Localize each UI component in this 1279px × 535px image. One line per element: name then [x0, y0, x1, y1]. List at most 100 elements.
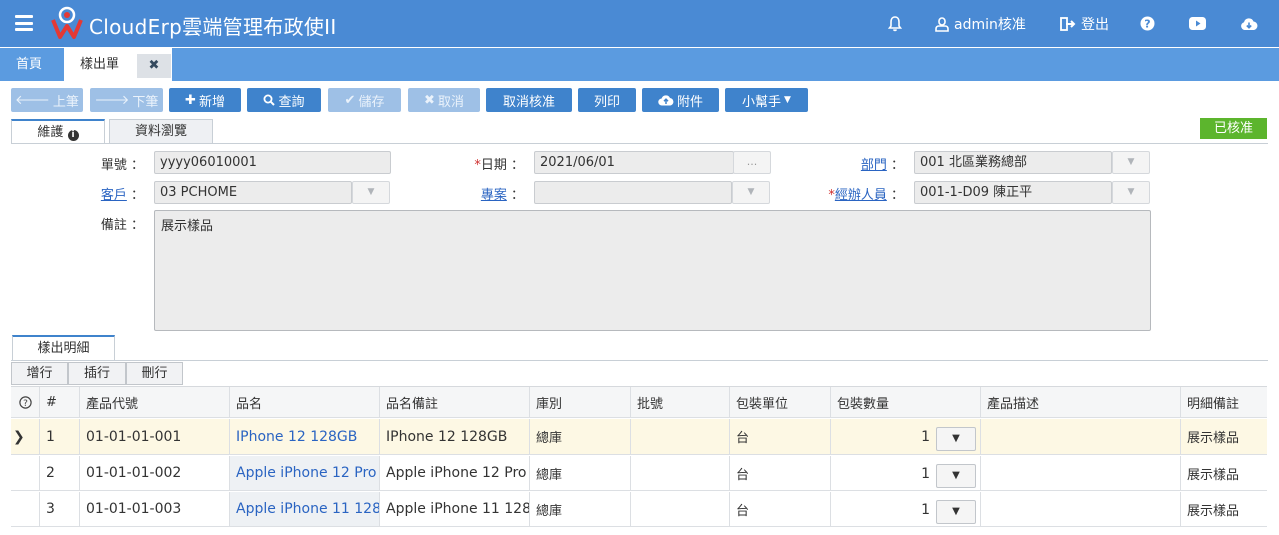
product-name-cell[interactable]: IPhone 12 128GB [230, 419, 380, 454]
prev-record-button[interactable]: 🡐 上筆 [11, 88, 83, 112]
tab-maintain-label: 維護 [37, 125, 64, 140]
batch-cell[interactable] [631, 456, 730, 490]
dept-dropdown-icon[interactable]: ▼ [1112, 151, 1150, 174]
dept-input[interactable]: 001 北區業務總部 [914, 151, 1112, 174]
user-icon [935, 16, 949, 32]
cloud-upload-icon [658, 95, 674, 106]
help-icon[interactable]: ? [11, 387, 40, 417]
qty-dropdown-icon[interactable]: ▼ [936, 427, 976, 451]
times-icon: ✖ [424, 92, 435, 108]
unit-cell[interactable]: 台 [730, 419, 831, 454]
qty-value: 1 [921, 429, 930, 445]
warehouse-cell[interactable]: 總庫 [530, 419, 631, 454]
detail-note-cell[interactable]: 展示樣品 [1181, 456, 1267, 490]
col-product-code: 產品代號 [80, 387, 230, 417]
doc-no-label: 單號 ： [100, 158, 144, 173]
product-name-cell[interactable]: Apple iPhone 11 128GB [230, 492, 380, 526]
add-row-button[interactable]: 增行 [11, 362, 68, 385]
user-menu[interactable]: admin核准 [935, 0, 1026, 47]
product-code-cell[interactable]: 01-01-01-002 [80, 456, 230, 490]
unit-cell[interactable]: 台 [730, 492, 831, 526]
qty-cell[interactable]: 1 ▼ [831, 456, 981, 490]
tab-maintain[interactable]: 維護 i [11, 119, 105, 143]
col-qty: 包裝數量 [831, 387, 981, 417]
project-dropdown-icon[interactable]: ▼ [732, 181, 770, 204]
row-no: 3 [40, 492, 80, 526]
table-row[interactable]: 3 01-01-01-003 Apple iPhone 11 128GB App… [11, 492, 1267, 527]
cancel-label: 取消 [437, 94, 464, 110]
hamburger-menu-icon[interactable] [15, 15, 33, 31]
insert-row-button[interactable]: 插行 [68, 362, 126, 385]
date-picker-button[interactable]: ... [733, 151, 771, 174]
save-button[interactable]: ✔ 儲存 [328, 88, 401, 112]
svg-text:?: ? [1144, 18, 1150, 31]
app-title: CloudErp雲端管理布政使II [89, 15, 337, 39]
unit-cell[interactable]: 台 [730, 456, 831, 490]
handler-input[interactable]: 001-1-D09 陳正平 [914, 181, 1112, 204]
col-product-name: 品名 [230, 387, 380, 417]
row-pointer-cell [11, 492, 40, 526]
print-label: 列印 [593, 94, 620, 110]
helper-dropdown-button[interactable]: 小幫手 ▼ [725, 88, 808, 112]
add-button[interactable]: ✚ 新增 [169, 88, 241, 112]
remarks-textarea[interactable]: 展示樣品 [154, 210, 1151, 331]
project-input[interactable] [534, 181, 732, 204]
description-cell[interactable] [981, 419, 1181, 454]
product-name-cell[interactable]: Apple iPhone 12 Pro Max [230, 456, 380, 490]
close-tab-icon[interactable]: ✖ [137, 54, 171, 78]
tab-browse[interactable]: 資料瀏覽 [109, 119, 213, 143]
product-code-cell[interactable]: 01-01-01-001 [80, 419, 230, 454]
qty-cell[interactable]: 1 ▼ [831, 492, 981, 526]
youtube-icon[interactable] [1189, 0, 1206, 47]
tab-sample-detail[interactable]: 樣出明細 [12, 335, 115, 360]
project-link[interactable]: 專案 [481, 188, 507, 203]
save-label: 儲存 [358, 94, 385, 110]
doc-no-input[interactable]: yyyy06010001 [154, 151, 391, 174]
tab-sample-out-label: 樣出單 [80, 57, 120, 72]
project-label: 專案 ： [480, 188, 524, 203]
description-cell[interactable] [981, 492, 1181, 526]
col-warehouse: 庫別 [530, 387, 631, 417]
qty-value: 1 [921, 502, 930, 518]
col-description: 產品描述 [981, 387, 1181, 417]
tab-sample-out[interactable]: 樣出單 ✖ [64, 48, 172, 81]
print-button[interactable]: 列印 [578, 88, 636, 112]
query-button[interactable]: 查詢 [247, 88, 321, 112]
customer-label: 客戶 ： [100, 188, 144, 203]
product-code-cell[interactable]: 01-01-01-003 [80, 492, 230, 526]
name-note-cell[interactable]: IPhone 12 128GB [380, 419, 530, 454]
name-note-cell[interactable]: Apple iPhone 12 Pro Max [380, 456, 530, 490]
col-name-note: 品名備註 [380, 387, 530, 417]
batch-cell[interactable] [631, 492, 730, 526]
batch-cell[interactable] [631, 419, 730, 454]
customer-link[interactable]: 客戶 [101, 188, 127, 203]
help-icon[interactable]: ? [1140, 0, 1155, 47]
handler-dropdown-icon[interactable]: ▼ [1112, 181, 1150, 204]
qty-dropdown-icon[interactable]: ▼ [936, 500, 976, 524]
name-note-cell[interactable]: Apple iPhone 11 128GB [380, 492, 530, 526]
cancel-button[interactable]: ✖ 取消 [408, 88, 480, 112]
warehouse-cell[interactable]: 總庫 [530, 492, 631, 526]
next-record-button[interactable]: 🡒 下筆 [90, 88, 163, 112]
customer-input[interactable]: 03 PCHOME [154, 181, 352, 204]
attachment-button[interactable]: 附件 [642, 88, 719, 112]
customer-dropdown-icon[interactable]: ▼ [352, 181, 390, 204]
dept-link[interactable]: 部門 [861, 158, 887, 173]
description-cell[interactable] [981, 456, 1181, 490]
detail-note-cell[interactable]: 展示樣品 [1181, 492, 1267, 526]
qty-dropdown-icon[interactable]: ▼ [936, 464, 976, 488]
tab-home[interactable]: 首頁 [0, 48, 58, 81]
cancel-approve-button[interactable]: 取消核准 [486, 88, 572, 112]
cloud-download-icon[interactable] [1240, 0, 1258, 47]
col-batch: 批號 [631, 387, 730, 417]
table-row[interactable]: ❯ 1 01-01-01-001 IPhone 12 128GB IPhone … [11, 419, 1267, 455]
delete-row-button[interactable]: 刪行 [126, 362, 183, 385]
notification-bell-icon[interactable] [888, 0, 902, 47]
table-row[interactable]: 2 01-01-01-002 Apple iPhone 12 Pro Max A… [11, 456, 1267, 491]
date-input[interactable]: 2021/06/01 [534, 151, 734, 174]
qty-cell[interactable]: 1 ▼ [831, 419, 981, 454]
detail-note-cell[interactable]: 展示樣品 [1181, 419, 1267, 454]
logout-button[interactable]: 登出 [1060, 0, 1109, 47]
warehouse-cell[interactable]: 總庫 [530, 456, 631, 490]
handler-link[interactable]: 經辦人員 [835, 188, 887, 203]
